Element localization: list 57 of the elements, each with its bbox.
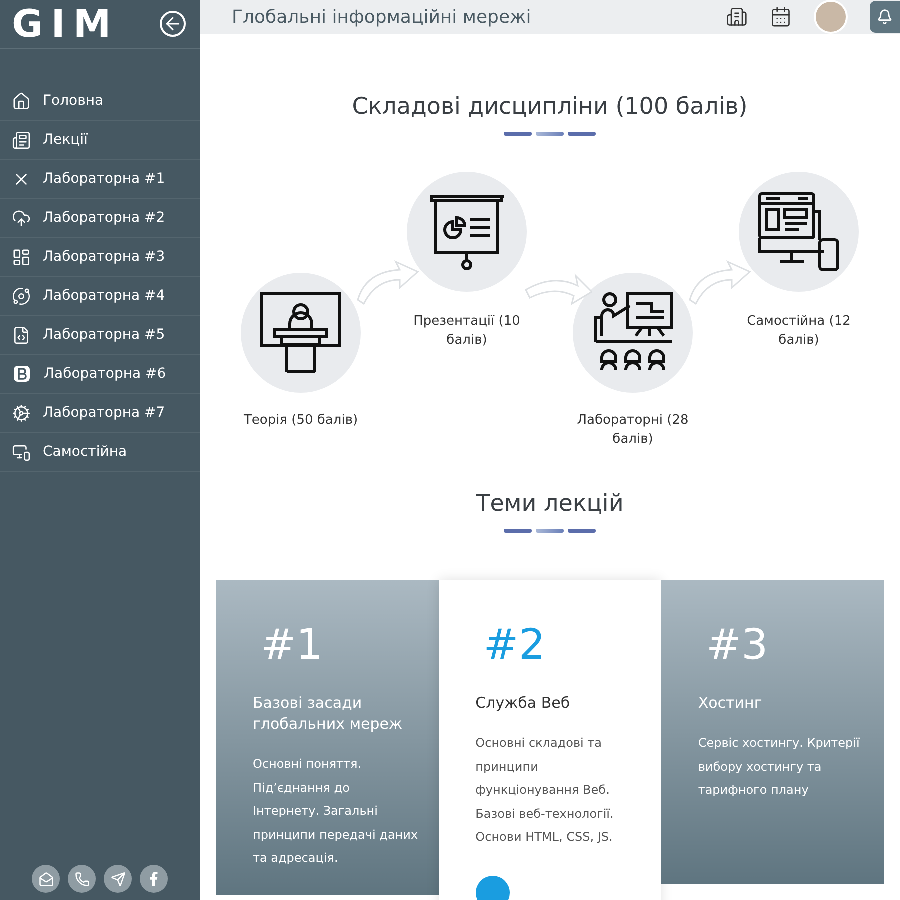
- contact-button[interactable]: [32, 865, 60, 893]
- sidebar-item[interactable]: Головна: [0, 82, 200, 121]
- sidebar-item[interactable]: Лабораторна #4: [0, 277, 200, 316]
- lecture-description: Основні складові та принципи функціонування Веб. Базові веб-технології. Основи HTML, CSS, JS.: [476, 735, 615, 846]
- sidebar-item[interactable]: Лабораторна #2: [0, 199, 200, 238]
- home-icon: [12, 92, 31, 110]
- step-label: Лабораторні (28 балів): [576, 412, 690, 449]
- sidebar-item[interactable]: Лабораторна #7: [0, 394, 200, 433]
- lecture-description: Основні поняття. Під’єднання до Інтернету. Загальні принципи передачі даних та адресація.: [253, 756, 419, 867]
- building-button[interactable]: [726, 6, 748, 28]
- calendar-button[interactable]: [770, 6, 792, 28]
- calendar-icon: [770, 6, 792, 28]
- sidebar-item[interactable]: Лабораторна #6: [0, 355, 200, 394]
- lecture-title: Служба Веб: [476, 693, 572, 714]
- notifications-button[interactable]: [870, 1, 900, 33]
- lecture-card[interactable]: #2 Служба Веб Основні складові та принципи функціонування Веб. Базові веб-технології. Основи HTML, CSS, JS.: [438, 580, 662, 900]
- step-label: Теорія (50 балів): [242, 412, 360, 430]
- lecture-title: Хостинг: [698, 693, 764, 714]
- step-label: Презентації (10 балів): [412, 313, 522, 350]
- step-label: Самостійна (12 балів): [746, 313, 852, 350]
- lecture-number: #3: [706, 620, 770, 669]
- section-title: Складові дисципліни (100 балів): [352, 94, 748, 120]
- section-title: Теми лекцій: [476, 491, 624, 517]
- lecture-number: #2: [484, 620, 547, 669]
- code-file-icon: [12, 326, 31, 344]
- mail-icon: [38, 872, 54, 886]
- lecture-number: #1: [261, 620, 324, 669]
- phone-icon: [74, 872, 90, 886]
- contact-button[interactable]: [104, 865, 132, 893]
- orbit-icon: [12, 286, 31, 306]
- gear-icon: [12, 404, 31, 422]
- building-icon: [726, 6, 748, 28]
- sidebar-item[interactable]: Лабораторна #1: [0, 160, 200, 199]
- sidebar-item[interactable]: Лабораторна #5: [0, 316, 200, 355]
- cloud-icon: [12, 208, 31, 228]
- page-title: Глобальні інформаційні мережі: [232, 6, 532, 28]
- back-button[interactable]: [160, 11, 186, 37]
- contact-button[interactable]: [140, 865, 168, 893]
- contact-button[interactable]: [68, 865, 96, 893]
- teacher-at-desk-icon: [260, 292, 342, 374]
- lecture-card[interactable]: #1 Базові засади глобальних мереж Основні поняття. Під’єднання до Інтернету. Загальні принципи передачі даних та адресація.: [216, 580, 439, 894]
- b-letter-icon: [12, 364, 32, 384]
- sidebar-item[interactable]: Самостійна: [0, 433, 200, 472]
- logo: GIM: [12, 5, 120, 43]
- bell-icon: [877, 9, 893, 25]
- presentation-board-icon: [428, 193, 506, 271]
- computer-and-phone-icon: [758, 192, 840, 272]
- lecture-title: Базові засади глобальних мереж: [253, 693, 404, 735]
- lecture-description: Сервіс хостингу. Критерії вибору хостингу та тарифного плану: [698, 735, 861, 799]
- lecture-card[interactable]: #3 Хостинг Сервіс хостингу. Критерії вибору хостингу та тарифного плану: [661, 580, 884, 884]
- sidebar-item[interactable]: Лабораторна #3: [0, 238, 200, 277]
- devices-icon: [12, 442, 31, 462]
- more-button[interactable]: [476, 876, 510, 900]
- sidebar-item[interactable]: Лекції: [0, 121, 200, 160]
- newspaper-icon: [12, 130, 31, 150]
- paper-plane-icon: [110, 872, 126, 886]
- layout-icon: [12, 248, 31, 266]
